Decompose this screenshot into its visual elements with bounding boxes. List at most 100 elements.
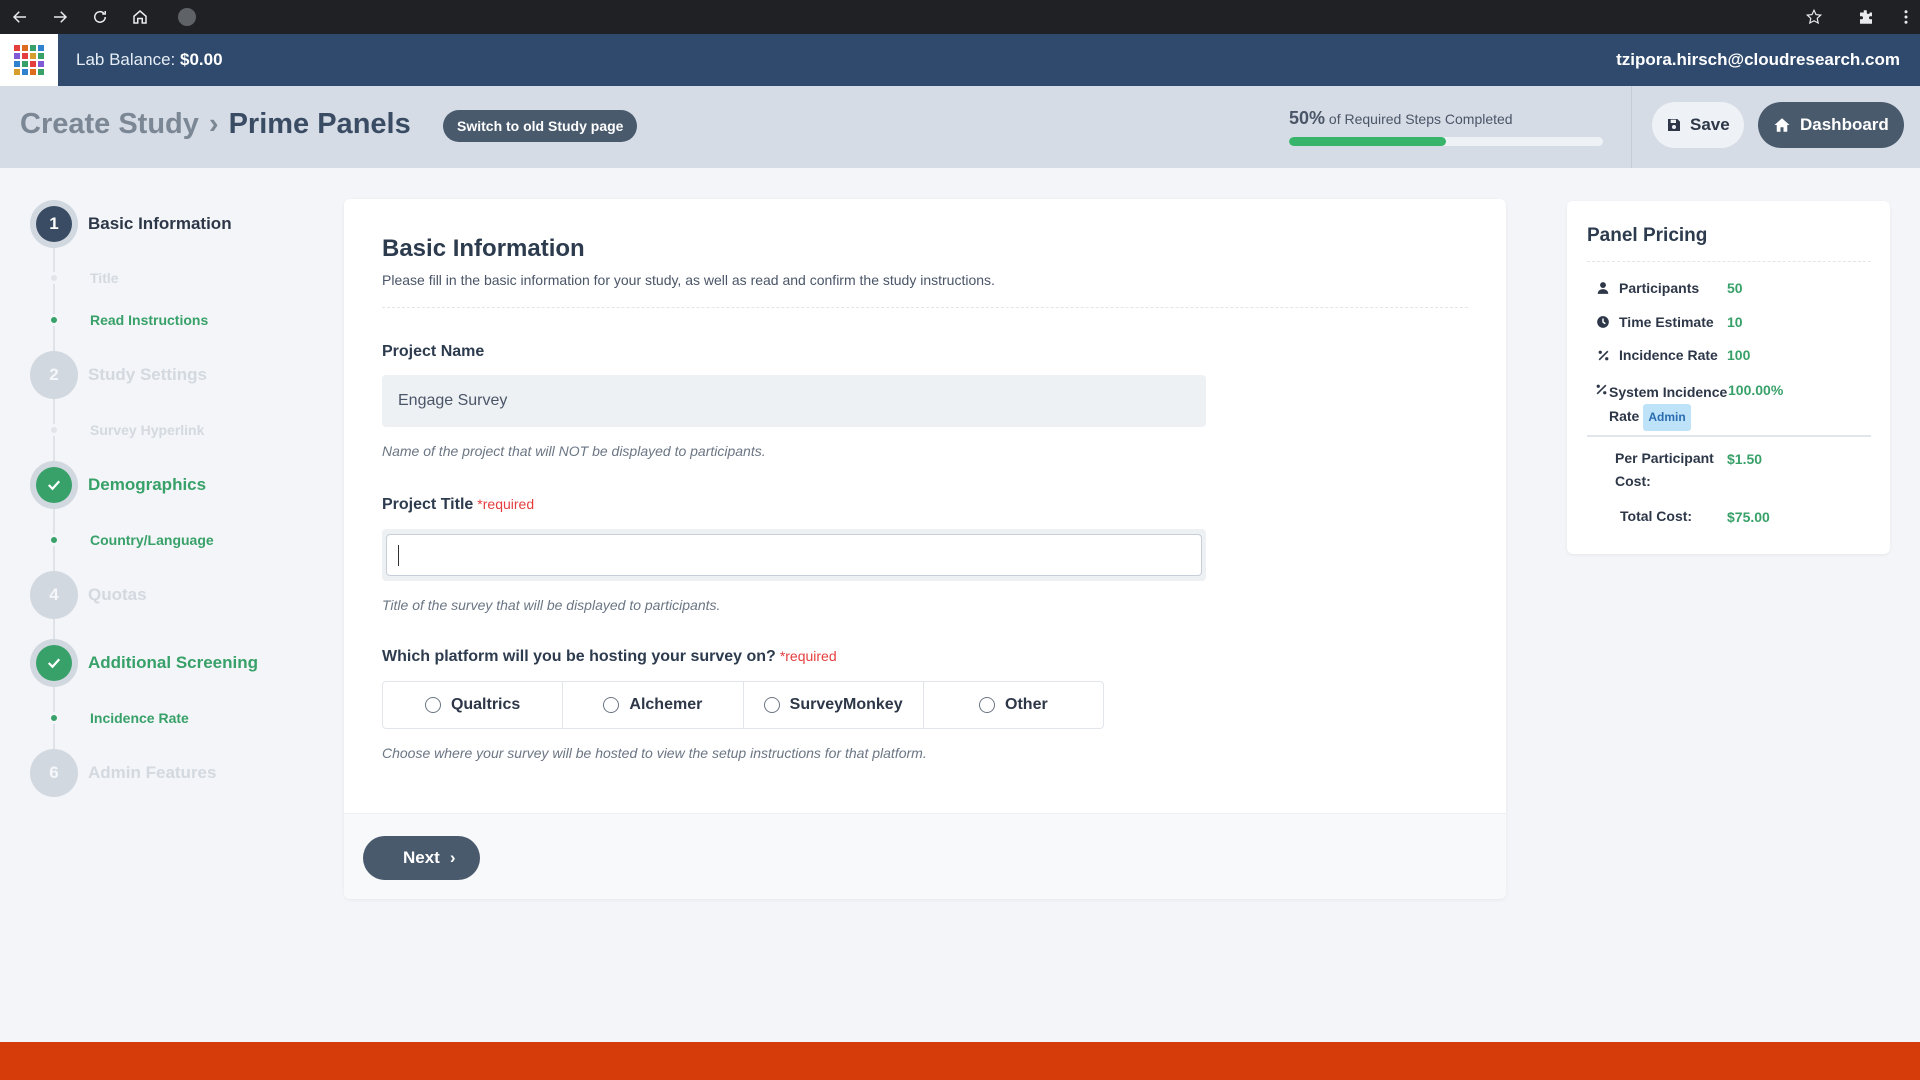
bottom-bar <box>0 1042 1920 1080</box>
platform-label: Which platform will you be hosting your … <box>382 648 837 666</box>
substep-incidence-rate-dot <box>48 712 60 724</box>
browser-toolbar <box>0 0 1920 34</box>
pricing-divider <box>1587 261 1871 262</box>
switch-old-study-button[interactable]: Switch to old Study page <box>443 110 638 142</box>
save-label: Save <box>1690 115 1730 134</box>
dashboard-button[interactable]: Dashboard <box>1758 102 1904 148</box>
kebab-menu-icon[interactable] <box>1892 0 1920 34</box>
substep-title[interactable]: Title <box>90 270 119 286</box>
required-steps-progress: 50% of Required Steps Completed <box>1289 108 1605 146</box>
project-name-input[interactable]: Engage Survey <box>382 375 1206 427</box>
platform-option-qualtrics[interactable]: Qualtrics <box>383 682 564 728</box>
address-bar[interactable] <box>168 3 1768 31</box>
lab-balance: Lab Balance: $0.00 <box>76 50 223 70</box>
system-incidence-value: 100.00% <box>1728 382 1784 398</box>
floppy-disk-icon <box>1668 119 1680 131</box>
substep-read-instructions[interactable]: Read Instructions <box>90 312 208 328</box>
platform-option-other[interactable]: Other <box>924 682 1103 728</box>
chevron-right-icon: › <box>208 108 219 140</box>
time-estimate-value: 10 <box>1727 314 1743 330</box>
next-button[interactable]: Next › <box>363 836 480 880</box>
pricing-divider-2 <box>1587 435 1871 437</box>
substep-survey-hyperlink-dot <box>48 424 60 436</box>
step-basic-information[interactable]: Basic Information <box>88 214 232 234</box>
user-email[interactable]: tzipora.hirsch@cloudresearch.com <box>1616 34 1900 86</box>
step-quotas[interactable]: Quotas <box>88 585 147 605</box>
step-basic-information-node[interactable]: 1 <box>30 200 78 248</box>
project-title-hint: Title of the survey that will be display… <box>382 597 721 613</box>
step-additional-screening[interactable]: Additional Screening <box>88 653 258 673</box>
pricing-time-estimate: Time Estimate <box>1595 314 1729 330</box>
step-study-settings[interactable]: Study Settings <box>88 365 207 385</box>
lab-balance-value: $0.00 <box>179 50 223 69</box>
progress-fill <box>1289 137 1446 146</box>
form-footer: Next › <box>344 813 1506 899</box>
radio-button[interactable] <box>603 697 620 713</box>
project-title-label-text: Project Title <box>382 496 474 513</box>
step-study-settings-node[interactable]: 2 <box>30 351 78 399</box>
next-label: Next <box>403 848 440 867</box>
incidence-rate-value: 100 <box>1727 347 1751 363</box>
substep-read-instructions-dot <box>48 314 60 326</box>
platform-option-surveymonkey[interactable]: SurveyMonkey <box>744 682 924 728</box>
star-icon[interactable] <box>1788 0 1840 34</box>
required-marker: *required <box>779 648 837 664</box>
app-grid-logo[interactable] <box>0 34 58 86</box>
radio-button[interactable] <box>763 697 780 713</box>
percent-icon <box>1595 347 1611 363</box>
substep-incidence-rate[interactable]: Incidence Rate <box>90 710 189 726</box>
substep-country-language-dot <box>48 534 60 546</box>
project-title-input[interactable] <box>386 534 1202 576</box>
lab-balance-label: Lab Balance: <box>76 50 176 69</box>
project-name-hint: Name of the project that will NOT be dis… <box>382 443 766 459</box>
clock-icon <box>1595 314 1611 330</box>
pricing-system-incidence: System Incidence Rate Admin <box>1595 381 1727 431</box>
header-divider <box>1631 86 1632 168</box>
substep-title-dot <box>48 272 60 284</box>
platform-option-alchemer[interactable]: Alchemer <box>563 682 744 728</box>
progress-caption: of Required Steps Completed <box>1328 111 1513 127</box>
basic-information-card: Basic Information Please fill in the bas… <box>344 199 1506 899</box>
home-icon[interactable] <box>120 0 160 34</box>
grid-logo-icon <box>14 45 44 75</box>
home-icon <box>1774 118 1790 132</box>
progress-track <box>1289 137 1603 146</box>
step-demographics[interactable]: Demographics <box>88 475 206 495</box>
panel-pricing-card: Panel Pricing Participants 50 Time Estim… <box>1567 201 1890 554</box>
admin-badge: Admin <box>1643 404 1691 431</box>
form-description: Please fill in the basic information for… <box>382 272 995 288</box>
substep-survey-hyperlink[interactable]: Survey Hyperlink <box>90 422 204 438</box>
forward-arrow-icon[interactable] <box>40 0 80 34</box>
app-header: Lab Balance: $0.00 tzipora.hirsch@cloudr… <box>0 34 1920 86</box>
step-admin-features-node[interactable]: 6 <box>30 749 78 797</box>
save-button[interactable]: Save <box>1652 102 1744 148</box>
per-participant-label: Per Participant Cost: <box>1615 450 1714 489</box>
step-additional-screening-node[interactable] <box>30 639 78 687</box>
puzzle-icon[interactable] <box>1840 0 1892 34</box>
pricing-participants: Participants <box>1595 280 1729 296</box>
pricing-title: Panel Pricing <box>1587 225 1708 246</box>
project-name-label: Project Name <box>382 343 485 360</box>
form-divider <box>382 307 1468 308</box>
platform-hint: Choose where your survey will be hosted … <box>382 745 927 761</box>
radio-button[interactable] <box>424 697 441 713</box>
check-icon <box>47 658 61 669</box>
user-icon <box>1595 280 1611 296</box>
reload-icon[interactable] <box>80 0 120 34</box>
step-quotas-node[interactable]: 4 <box>30 571 78 619</box>
total-cost-label: Total Cost: <box>1620 508 1693 524</box>
step-demographics-node[interactable] <box>30 461 78 509</box>
breadcrumb-create-study[interactable]: Create Study <box>20 108 199 141</box>
back-arrow-icon[interactable] <box>0 0 40 34</box>
step-admin-features[interactable]: Admin Features <box>88 763 216 783</box>
radio-button[interactable] <box>979 697 996 713</box>
dashboard-label: Dashboard <box>1800 115 1889 134</box>
pricing-incidence-rate: Incidence Rate <box>1595 347 1729 363</box>
progress-percent: 50% <box>1289 108 1326 128</box>
globe-icon <box>178 8 196 26</box>
substep-country-language[interactable]: Country/Language <box>90 532 214 548</box>
platform-radio-group: Qualtrics Alchemer SurveyMonkey Other <box>382 681 1104 729</box>
total-cost-value: $75.00 <box>1727 509 1770 525</box>
form-title: Basic Information <box>382 235 585 262</box>
project-title-label: Project Title *required <box>382 496 534 514</box>
